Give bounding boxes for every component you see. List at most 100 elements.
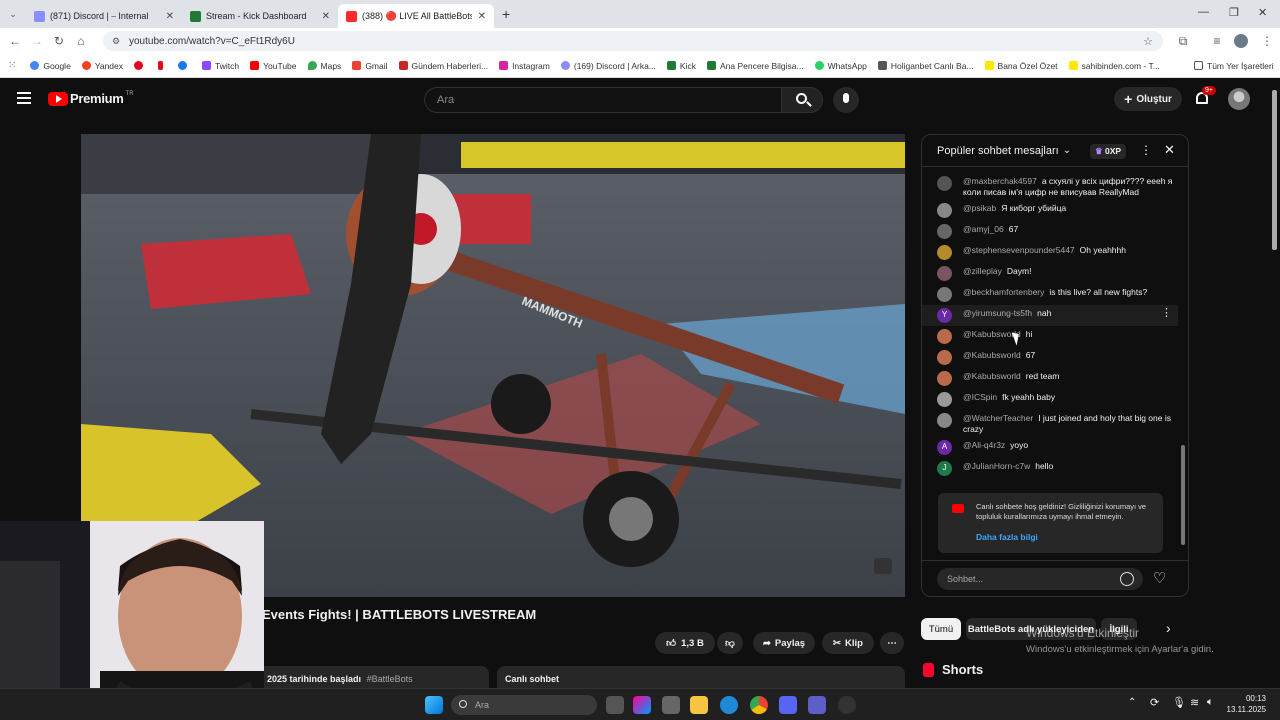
bookmark-item[interactable]: YouTube — [250, 61, 297, 71]
minimize-icon[interactable]: — — [1198, 6, 1209, 18]
chat-avatar[interactable]: A — [937, 440, 952, 455]
obs-icon[interactable] — [838, 696, 856, 714]
back-icon[interactable]: ← — [4, 34, 26, 48]
taskbar-search[interactable]: Ara — [451, 695, 597, 715]
close-window-icon[interactable]: ✕ — [1258, 6, 1267, 19]
chat-message-list[interactable]: @maxberchak4597 а схуялі у всіх цифри????… — [922, 173, 1178, 479]
tab-search-icon[interactable]: ⌄ — [0, 9, 26, 20]
bookmark-item[interactable] — [178, 61, 191, 70]
chat-avatar[interactable] — [937, 266, 952, 281]
chat-author[interactable]: @Kabubsworld — [963, 371, 1021, 381]
site-info-icon[interactable]: ⚙ — [112, 36, 120, 47]
tray-mic-icon[interactable]: 🎙︎ — [1172, 696, 1186, 709]
chat-author[interactable]: @psikab — [963, 203, 996, 213]
bookmark-item[interactable]: (169) Discord | Arka... — [560, 61, 656, 71]
extensions-icon[interactable]: ⧉ — [1172, 34, 1194, 49]
close-tab-icon[interactable]: ✕ — [478, 11, 486, 22]
bookmark-item[interactable]: Instagram — [499, 61, 550, 71]
new-tab-button[interactable]: + — [502, 6, 510, 22]
tray-wifi-icon[interactable]: ≋ — [1190, 696, 1199, 709]
search-button[interactable] — [781, 87, 823, 113]
chat-message[interactable]: @stephensevenpounder5447 Oh yeahhhh — [922, 242, 1178, 263]
live-chat-replay-box[interactable]: Canlı sohbet — [497, 666, 905, 688]
maximize-icon[interactable]: ❐ — [1229, 6, 1239, 19]
chip-all[interactable]: Tümü — [921, 618, 961, 640]
chat-message[interactable]: @Kabubsworld 67 — [922, 347, 1178, 368]
chat-author[interactable]: @Kabubsworld — [963, 350, 1021, 360]
chat-avatar[interactable]: J — [937, 461, 952, 476]
chat-avatar[interactable]: Y — [937, 308, 952, 323]
chat-message[interactable]: @WatcherTeacher I just joined and holy th… — [922, 410, 1178, 437]
reload-icon[interactable]: ↻ — [48, 34, 70, 48]
close-chat-icon[interactable]: ✕ — [1164, 142, 1175, 158]
chat-message[interactable]: A @Ali-q4r3z yoyo — [922, 437, 1178, 458]
bookmark-item[interactable]: Yandex — [81, 61, 123, 71]
tab-youtube[interactable]: (388) 🔴 LIVE All BattleBots ✕ — [338, 4, 494, 28]
bookmark-item[interactable]: Holiganbet Canlı Ba... — [877, 61, 974, 71]
chat-mode-dropdown[interactable]: Popüler sohbet mesajları — [937, 145, 1059, 157]
bookmark-item[interactable]: WhatsApp — [814, 61, 867, 71]
bookmark-item[interactable]: Kick — [666, 61, 696, 71]
share-button[interactable]: ➦ Paylaş — [753, 632, 815, 654]
bookmark-star-icon[interactable]: ☆ — [1143, 35, 1153, 48]
chat-message[interactable]: @ICSpin fk yeahh baby — [922, 389, 1178, 410]
bookmark-item[interactable]: Bana Özel Özet — [984, 61, 1058, 71]
chat-input[interactable]: Sohbet... — [937, 568, 1143, 590]
chat-author[interactable]: @ICSpin — [963, 392, 997, 402]
hashtag-link[interactable]: #BattleBots — [367, 674, 413, 684]
search-input[interactable]: Ara — [424, 87, 782, 113]
bookmark-item[interactable]: Gündem Haberleri... — [398, 61, 488, 71]
apps-icon[interactable]: ⁙ — [8, 60, 16, 71]
bookmark-item[interactable]: Gmail — [352, 61, 388, 71]
address-bar[interactable]: ⚙ youtube.com/watch?v=C_eFt1Rdy6U ☆ — [103, 31, 1163, 51]
menu-icon[interactable]: ⋮ — [1256, 34, 1278, 48]
chat-author[interactable]: @zilleplay — [963, 266, 1002, 276]
profile-avatar[interactable] — [1234, 34, 1248, 48]
bookmark-item[interactable] — [158, 61, 167, 70]
chat-scrollbar[interactable] — [1181, 445, 1185, 545]
learn-more-link[interactable]: Daha fazla bilgi — [976, 532, 1153, 542]
chat-avatar[interactable] — [937, 224, 952, 239]
tray-network-icon[interactable]: ⟳ — [1150, 696, 1159, 709]
tray-chevron-icon[interactable]: ⌃ — [1128, 697, 1136, 708]
page-scrollbar[interactable] — [1272, 90, 1277, 250]
create-button[interactable]: + Oluştur — [1114, 87, 1182, 111]
bookmark-item[interactable]: sahibinden.com - T... — [1068, 61, 1160, 71]
chat-avatar[interactable] — [937, 413, 952, 428]
message-more-icon[interactable]: ⋮ — [1161, 308, 1172, 319]
description-box[interactable]: i 2025 tarihinde başladı #BattleBots — [240, 666, 489, 688]
bookmark-item[interactable]: Ana Pencere Bilgisa... — [706, 61, 804, 71]
tab-discord[interactable]: (871) Discord | ⎯ Internal ✕ — [26, 4, 182, 28]
bookmark-item[interactable]: Twitch — [202, 61, 239, 71]
bookmark-item[interactable] — [134, 61, 147, 70]
chat-avatar[interactable] — [937, 176, 952, 191]
heart-icon[interactable]: ♡ — [1153, 569, 1166, 587]
chat-author[interactable]: @beckhamfortenbery — [963, 287, 1044, 297]
bookmark-item[interactable]: Google — [30, 61, 71, 71]
bookmark-item[interactable]: Maps — [307, 61, 341, 71]
chat-message[interactable]: @beckhamfortenbery is this live? all new … — [922, 284, 1178, 305]
notifications-button[interactable]: 9+ — [1194, 86, 1216, 108]
chat-avatar[interactable] — [937, 287, 952, 302]
chat-author[interactable]: @amyj_06 — [963, 224, 1004, 234]
chat-avatar[interactable] — [937, 371, 952, 386]
chat-avatar[interactable] — [937, 350, 952, 365]
account-avatar[interactable] — [1228, 88, 1250, 110]
voice-search-button[interactable] — [833, 87, 859, 113]
youtube-logo[interactable]: Premium TR — [48, 91, 134, 106]
close-tab-icon[interactable]: ✕ — [322, 11, 330, 22]
chat-more-icon[interactable]: ⋮ — [1140, 143, 1152, 157]
xp-badge[interactable]: ♛ 0XP — [1090, 144, 1127, 159]
like-button[interactable]: 👍︎ 1,3 B — [655, 632, 715, 654]
chat-author[interactable]: @yirumsung-ts5fh — [963, 308, 1032, 318]
chat-avatar[interactable] — [937, 203, 952, 218]
tray-volume-icon[interactable]: 🔈︎ — [1207, 696, 1214, 709]
clip-button[interactable]: ✂ Klip — [822, 632, 874, 654]
all-bookmarks-folder[interactable]: Tüm Yer İşaretleri — [1194, 61, 1274, 71]
chat-message[interactable]: J @JulianHorn-c7w hello — [922, 458, 1178, 479]
chevron-down-icon[interactable]: ⌄ — [1063, 145, 1071, 156]
chat-message[interactable]: @amyj_06 67 — [922, 221, 1178, 242]
taskbar-clock[interactable]: 00:13 13.11.2025 — [1226, 693, 1266, 715]
tab-kick[interactable]: Stream - Kick Dashboard ✕ — [182, 4, 338, 28]
chat-avatar[interactable] — [937, 329, 952, 344]
